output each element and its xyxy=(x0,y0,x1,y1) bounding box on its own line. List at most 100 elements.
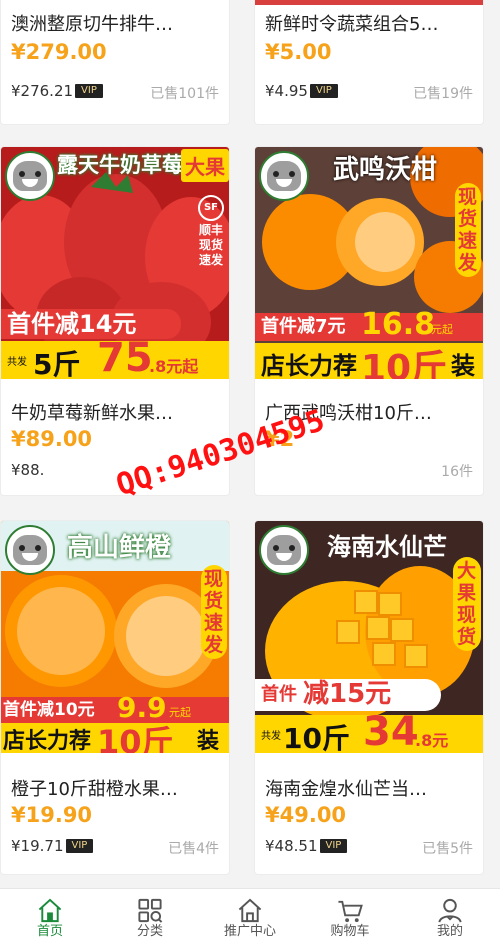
product-price: ¥89.00 xyxy=(11,427,93,451)
product-card[interactable]: 武鸣沃柑 现货速发 首件减7元 16.8 元起 店长力荐 10斤 装 广西武鸣沃… xyxy=(254,146,484,496)
promo-text: 首件减7元 xyxy=(261,316,346,337)
product-image: 高山鲜橙 现货速发 首件减10元 9.9 元起 店长力荐 10斤 装 xyxy=(1,521,229,753)
recommend-banner: 店长力荐 10斤 装 xyxy=(255,343,483,379)
product-price: ¥2 xyxy=(265,427,295,451)
image-title: 武鸣沃柑 xyxy=(333,155,438,185)
tab-promotion[interactable]: 推广中心 xyxy=(200,889,300,938)
sold-count: 16件 xyxy=(441,464,473,480)
vip-price-value: ¥48.51 xyxy=(265,837,318,855)
vip-price-value: ¥276.21 xyxy=(11,82,74,100)
promo-price: 16.8 xyxy=(361,307,436,342)
product-card[interactable]: 澳洲整原切牛排牛… ¥279.00 ¥276.21 VIP 已售101件 xyxy=(0,0,230,125)
product-name: 海南金煌水仙芒当… xyxy=(265,779,427,800)
recommend-text: 店长力荐 xyxy=(261,352,357,379)
recommend-text: 店长力荐 xyxy=(3,729,92,753)
product-card[interactable]: 新鲜时令蔬菜组合5… ¥5.00 ¥4.95 VIP 已售19件 xyxy=(254,0,484,125)
brand-logo-icon xyxy=(5,525,55,575)
user-icon xyxy=(438,898,462,923)
tab-label: 推广中心 xyxy=(223,924,276,938)
weight-text: 5斤 xyxy=(33,348,81,379)
product-card[interactable]: 露天牛奶草莓 大果 SF 顺丰现货速发 首件减14元 共发 5斤 75 .8元起… xyxy=(0,146,230,496)
product-name: 牛奶草莓新鲜水果… xyxy=(11,403,173,424)
tab-cart[interactable]: 购物车 xyxy=(300,889,400,938)
tab-label: 我的 xyxy=(436,924,463,938)
product-price: ¥49.00 xyxy=(265,803,347,827)
sold-count: 已售5件 xyxy=(422,841,473,857)
promo-price-cents: .8元起 xyxy=(149,357,199,376)
home-icon xyxy=(38,898,62,923)
product-price: ¥19.90 xyxy=(11,803,93,827)
weight-text: 10斤 xyxy=(97,723,174,753)
vip-badge: VIP xyxy=(75,84,103,98)
promo-price: 34 xyxy=(363,709,419,753)
in-stock-badge: 现货速发 xyxy=(201,565,227,659)
sold-count: 已售4件 xyxy=(168,841,219,857)
tab-label: 分类 xyxy=(136,924,163,938)
vip-price: ¥4.95 VIP xyxy=(265,82,338,100)
price-banner: 共发 5斤 75 .8元起 xyxy=(1,335,229,379)
tab-label: 购物车 xyxy=(330,924,370,938)
tab-label: 首页 xyxy=(36,924,63,938)
promo-discount: 减15元 xyxy=(303,679,392,709)
product-name: 新鲜时令蔬菜组合5… xyxy=(265,14,439,35)
vip-price: ¥48.51 VIP xyxy=(265,837,348,855)
image-title: 露天牛奶草莓 xyxy=(57,153,183,177)
image-title: 海南水仙芒 xyxy=(327,533,447,561)
product-image: 海南水仙芒 大果现货 首件 减15元 共发 10斤 34 .8元 xyxy=(255,521,483,753)
vip-badge: VIP xyxy=(319,839,348,853)
sold-count: 已售101件 xyxy=(150,86,219,102)
in-stock-badge: 现货速发 xyxy=(455,183,481,277)
product-image: 露天牛奶草莓 大果 SF 顺丰现货速发 首件减14元 共发 5斤 75 .8元起 xyxy=(1,147,229,379)
product-grid: 澳洲整原切牛排牛… ¥279.00 ¥276.21 VIP 已售101件 新鲜时… xyxy=(0,0,500,888)
store-icon xyxy=(238,898,262,923)
brand-logo-icon xyxy=(5,151,55,201)
vip-price-value: ¥88. xyxy=(11,461,45,479)
promo-banner: 首件减14元 xyxy=(1,309,181,339)
weight-text: 10斤 xyxy=(361,348,448,379)
product-name: 澳洲整原切牛排牛… xyxy=(11,14,173,35)
big-fruit-badge: 大果 xyxy=(181,149,229,182)
sf-badge: 顺丰现货速发 xyxy=(199,223,224,267)
image-title: 高山鲜橙 xyxy=(67,533,172,563)
product-card[interactable]: 高山鲜橙 现货速发 首件减10元 9.9 元起 店长力荐 10斤 装 橙子10斤… xyxy=(0,520,230,875)
package-text: 装 xyxy=(197,729,220,753)
price-banner: 共发 10斤 34 .8元 xyxy=(255,709,483,753)
ship-prefix: 共发 xyxy=(261,731,281,742)
promo-banner: 首件减7元 16.8 元起 xyxy=(255,307,483,342)
weight-text: 10斤 xyxy=(283,722,350,753)
bottom-tab-bar: 首页 分类 推广中心 购物车 我的 xyxy=(0,888,500,938)
promo-suffix: 元起 xyxy=(431,323,453,336)
promo-price: 75 xyxy=(97,335,153,379)
vip-price-value: ¥4.95 xyxy=(265,82,308,100)
vip-price: ¥88. xyxy=(11,461,44,479)
promo-banner: 首件 减15元 xyxy=(255,679,441,711)
brand-logo-icon xyxy=(259,151,309,201)
product-price: ¥279.00 xyxy=(11,40,107,64)
promo-text: 首件 xyxy=(261,684,297,705)
vip-price: ¥19.71 VIP xyxy=(11,837,94,855)
promo-price-cents: .8元 xyxy=(415,731,449,750)
product-name: 广西武鸣沃柑10斤… xyxy=(265,403,432,424)
page: 澳洲整原切牛排牛… ¥279.00 ¥276.21 VIP 已售101件 新鲜时… xyxy=(0,0,500,938)
product-card[interactable]: 海南水仙芒 大果现货 首件 减15元 共发 10斤 34 .8元 海南金煌水仙芒… xyxy=(254,520,484,875)
vip-badge: VIP xyxy=(309,84,338,98)
vip-badge: VIP xyxy=(65,839,94,853)
product-image: 武鸣沃柑 现货速发 首件减7元 16.8 元起 店长力荐 10斤 装 xyxy=(255,147,483,379)
tab-mine[interactable]: 我的 xyxy=(400,889,500,938)
vip-price-value: ¥19.71 xyxy=(11,837,64,855)
promo-text: 首件减10元 xyxy=(3,700,95,720)
big-fruit-badge: 大果现货 xyxy=(453,557,481,651)
recommend-banner: 店长力荐 10斤 装 xyxy=(1,723,229,753)
vip-price: ¥276.21 VIP xyxy=(11,82,103,100)
tab-home[interactable]: 首页 xyxy=(0,889,100,938)
package-text: 装 xyxy=(451,352,475,379)
product-name: 橙子10斤甜橙水果… xyxy=(11,779,178,800)
sf-logo-icon: SF xyxy=(198,195,224,221)
category-icon xyxy=(138,898,163,923)
tab-category[interactable]: 分类 xyxy=(100,889,200,938)
ship-prefix: 共发 xyxy=(7,357,27,368)
cart-icon xyxy=(338,900,363,923)
product-price: ¥5.00 xyxy=(265,40,332,64)
image-edge xyxy=(255,0,483,5)
sold-count: 已售19件 xyxy=(413,86,473,102)
